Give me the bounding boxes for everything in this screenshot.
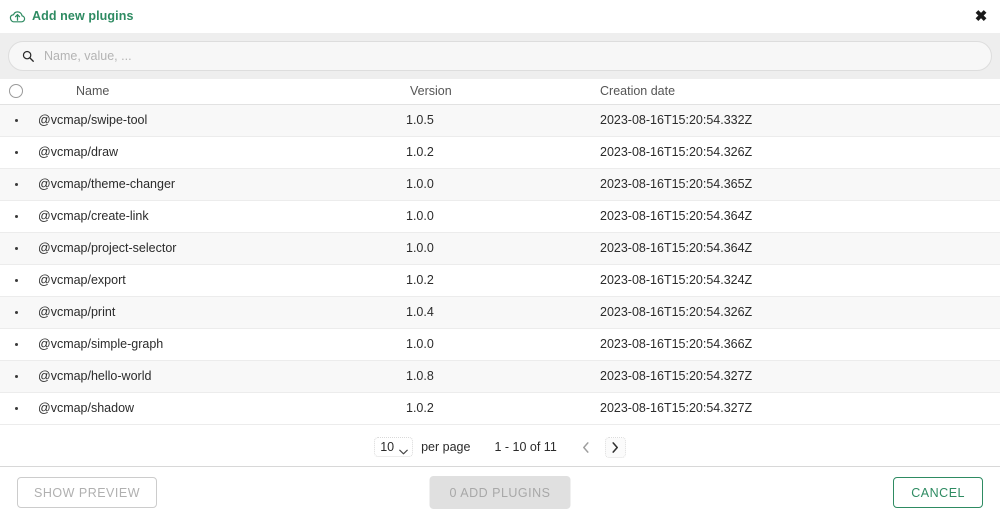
- column-header-name[interactable]: Name: [38, 79, 406, 104]
- table-row[interactable]: @vcmap/simple-graph 1.0.0 2023-08-16T15:20…: [0, 328, 1000, 360]
- cell-name: @vcmap/draw: [38, 145, 119, 159]
- cell-creation-date: 2023-08-16T15:20:54.364Z: [600, 241, 753, 255]
- dialog-title: Add new plugins: [32, 9, 134, 24]
- cell-version: 1.0.0: [406, 241, 434, 255]
- plugins-table: Name Version Creation date @vcmap/swipe-…: [0, 79, 1000, 425]
- bullet-icon: [15, 246, 18, 250]
- cell-name: @vcmap/shadow: [38, 401, 135, 415]
- cell-name: @vcmap/theme-changer: [38, 177, 176, 191]
- search-box[interactable]: [8, 41, 992, 71]
- table-row[interactable]: @vcmap/swipe-tool 1.0.5 2023-08-16T15:20:5…: [0, 104, 1000, 136]
- per-page-select[interactable]: 10: [374, 437, 414, 457]
- row-select-cell[interactable]: [0, 136, 38, 168]
- radio-unchecked-icon[interactable]: [9, 84, 23, 99]
- add-plugins-button[interactable]: 0 ADD PLUGINS: [429, 476, 571, 509]
- cell-version: 1.0.0: [406, 177, 434, 191]
- cell-version: 1.0.8: [406, 369, 434, 383]
- table-row[interactable]: @vcmap/draw 1.0.2 2023-08-16T15:20:54.326Z: [0, 136, 1000, 168]
- table-row[interactable]: @vcmap/create-link 1.0.0 2023-08-16T15:20:…: [0, 200, 1000, 232]
- table-row[interactable]: @vcmap/shadow 1.0.2 2023-08-16T15:20:54.32…: [0, 392, 1000, 424]
- cell-creation-date: 2023-08-16T15:20:54.366Z: [600, 337, 753, 351]
- cell-name: @vcmap/export: [38, 273, 126, 287]
- cell-version: 1.0.2: [406, 273, 434, 287]
- cell-creation-date: 2023-08-16T15:20:54.364Z: [600, 209, 753, 223]
- bullet-icon: [15, 374, 18, 378]
- pagination-bar: 10 per page 1 - 10 of 11: [0, 430, 1000, 466]
- cell-name: @vcmap/hello-world: [38, 369, 152, 383]
- search-icon: [21, 49, 35, 63]
- row-select-cell[interactable]: [0, 264, 38, 296]
- cell-version: 1.0.0: [406, 209, 434, 223]
- table-row[interactable]: @vcmap/export 1.0.2 2023-08-16T15:20:54.32…: [0, 264, 1000, 296]
- cell-creation-date: 2023-08-16T15:20:54.365Z: [600, 177, 753, 191]
- cell-version: 1.0.2: [406, 145, 434, 159]
- row-select-cell[interactable]: [0, 232, 38, 264]
- dialog-titlebar: Add new plugins ✖: [0, 0, 1000, 33]
- table-header-row: Name Version Creation date: [0, 79, 1000, 104]
- cell-version: 1.0.5: [406, 113, 434, 127]
- cell-creation-date: 2023-08-16T15:20:54.326Z: [600, 305, 753, 319]
- row-select-cell[interactable]: [0, 168, 38, 200]
- bullet-icon: [15, 214, 18, 218]
- add-plugins-dialog: Add new plugins ✖ Name, value, ... Name …: [0, 0, 1000, 518]
- search-bar-row: [0, 33, 1000, 79]
- table-row[interactable]: @vcmap/project-selector 1.0.0 2023-08-16T1…: [0, 232, 1000, 264]
- bullet-icon: [15, 278, 18, 282]
- table-body: @vcmap/swipe-tool 1.0.5 2023-08-16T15:20:5…: [0, 104, 1000, 424]
- cell-version: 1.0.4: [406, 305, 434, 319]
- cloud-upload-icon: [9, 8, 26, 25]
- row-select-cell[interactable]: [0, 104, 38, 136]
- bullet-icon: [15, 342, 18, 346]
- per-page-value: 10: [380, 440, 395, 454]
- show-preview-button[interactable]: SHOW PREVIEW: [17, 477, 158, 508]
- search-input[interactable]: [44, 49, 979, 63]
- cell-name: @vcmap/simple-graph: [38, 337, 164, 351]
- dialog-title-group: Add new plugins: [9, 8, 134, 25]
- plugins-table-container: Name Version Creation date @vcmap/swipe-…: [0, 79, 1000, 430]
- close-icon[interactable]: ✖: [970, 6, 992, 28]
- chevron-right-icon: [611, 441, 619, 453]
- cell-name: @vcmap/print: [38, 305, 116, 319]
- chevron-left-icon: [582, 441, 590, 453]
- cell-creation-date: 2023-08-16T15:20:54.324Z: [600, 273, 753, 287]
- bullet-icon: [15, 310, 18, 314]
- cell-creation-date: 2023-08-16T15:20:54.327Z: [600, 401, 753, 415]
- row-select-cell[interactable]: [0, 328, 38, 360]
- cell-version: 1.0.2: [406, 401, 434, 415]
- select-all-cell: [0, 79, 38, 104]
- bullet-icon: [15, 182, 18, 186]
- per-page-label: per page: [421, 440, 471, 454]
- cell-version: 1.0.0: [406, 337, 434, 351]
- cell-creation-date: 2023-08-16T15:20:54.332Z: [600, 113, 753, 127]
- cancel-button[interactable]: CANCEL: [893, 477, 983, 508]
- row-select-cell[interactable]: [0, 360, 38, 392]
- pagination-range-label: 1 - 10 of 11: [494, 440, 557, 454]
- column-header-version[interactable]: Version: [406, 79, 600, 104]
- cell-creation-date: 2023-08-16T15:20:54.327Z: [600, 369, 753, 383]
- next-page-button[interactable]: [604, 436, 626, 458]
- row-select-cell[interactable]: [0, 296, 38, 328]
- bullet-icon: [15, 118, 18, 122]
- table-row[interactable]: @vcmap/print 1.0.4 2023-08-16T15:20:54.326…: [0, 296, 1000, 328]
- cell-name: @vcmap/project-selector: [38, 241, 177, 255]
- row-select-cell[interactable]: [0, 200, 38, 232]
- previous-page-button[interactable]: [577, 438, 596, 457]
- cell-name: @vcmap/swipe-tool: [38, 113, 148, 127]
- column-header-creation-date[interactable]: Creation date: [600, 79, 1000, 104]
- dialog-footer: SHOW PREVIEW 0 ADD PLUGINS CANCEL: [0, 466, 1000, 518]
- table-row[interactable]: @vcmap/hello-world 1.0.8 2023-08-16T15:20:…: [0, 360, 1000, 392]
- cell-creation-date: 2023-08-16T15:20:54.326Z: [600, 145, 753, 159]
- row-select-cell[interactable]: [0, 392, 38, 424]
- table-row[interactable]: @vcmap/theme-changer 1.0.0 2023-08-16T15:2…: [0, 168, 1000, 200]
- table-header: Name Version Creation date: [0, 79, 1000, 104]
- bullet-icon: [15, 406, 18, 410]
- chevron-down-icon: [399, 444, 408, 455]
- bullet-icon: [15, 150, 18, 154]
- cell-name: @vcmap/create-link: [38, 209, 149, 223]
